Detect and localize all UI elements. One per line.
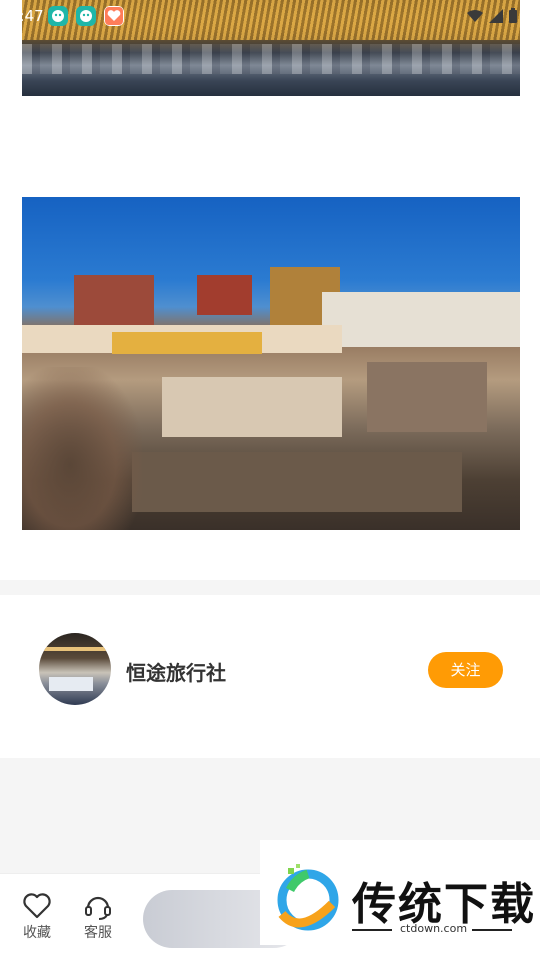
agency-card[interactable]: 恒途旅行社 关注 xyxy=(0,595,540,758)
favorite-label: 收藏 xyxy=(23,925,51,941)
headset-icon xyxy=(85,896,111,920)
watermark-line-left xyxy=(352,929,392,931)
customer-service-button[interactable]: 客服 xyxy=(78,892,118,942)
service-label: 客服 xyxy=(84,925,112,941)
photo-building xyxy=(132,452,462,512)
battery-icon xyxy=(509,8,517,23)
photo-building xyxy=(162,377,342,437)
status-time: 1:47 xyxy=(10,7,44,25)
signal-icon xyxy=(489,9,503,23)
app-notification-icon xyxy=(76,6,96,26)
follow-button[interactable]: 关注 xyxy=(428,652,503,688)
photo-reflection-area xyxy=(22,44,520,74)
section-divider xyxy=(0,580,540,595)
watermark: 传统下载 ctdown.com xyxy=(260,840,540,945)
photo-building xyxy=(322,292,520,347)
watermark-logo-icon xyxy=(277,864,339,931)
photo-building xyxy=(112,332,262,354)
avatar-ceiling-light xyxy=(39,647,111,651)
photo-building xyxy=(367,362,487,432)
monastery-photo[interactable] xyxy=(22,197,520,530)
photo-tree xyxy=(22,367,142,530)
avatar-reception-desk xyxy=(49,677,93,691)
heart-icon xyxy=(23,893,51,919)
status-bar: 1:47 xyxy=(0,0,540,32)
health-app-icon xyxy=(104,6,124,26)
app-notification-icon xyxy=(48,6,68,26)
favorite-button[interactable]: 收藏 xyxy=(17,892,57,942)
photo-building xyxy=(74,275,154,325)
status-icons xyxy=(466,8,518,24)
photo-building xyxy=(197,275,252,315)
watermark-url: ctdown.com xyxy=(400,922,468,935)
watermark-line-right xyxy=(472,929,512,931)
avatar[interactable] xyxy=(39,633,111,705)
agency-name[interactable]: 恒途旅行社 xyxy=(126,657,226,686)
wifi-icon xyxy=(467,9,483,22)
